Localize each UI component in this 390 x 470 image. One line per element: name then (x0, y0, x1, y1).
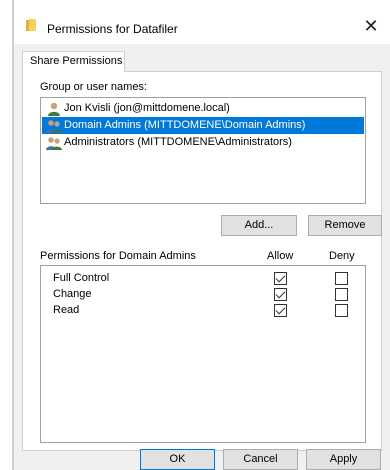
user-item-label: Domain Admins (MITTDOMENE\Domain Admins) (64, 119, 306, 131)
allow-read-checkbox[interactable] (274, 304, 287, 317)
ok-button[interactable]: OK (140, 449, 215, 470)
group-list-label: Group or user names: (40, 81, 147, 93)
permissions-label: Permissions for Domain Admins (40, 250, 196, 262)
user-icon (48, 102, 60, 116)
user-item-label: Administrators (MITTDOMENE\Administrator… (64, 136, 292, 148)
list-item-administrators[interactable]: Administrators (MITTDOMENE\Administrator… (42, 134, 364, 151)
folder-icon (26, 19, 36, 31)
apply-button[interactable]: Apply (306, 449, 381, 470)
tab-share-permissions[interactable]: Share Permissions (22, 51, 125, 72)
cancel-button[interactable]: Cancel (223, 449, 298, 470)
permissions-list: Full Control Change Read (40, 265, 366, 443)
permission-row-full-control: Full Control (41, 270, 365, 287)
group-icon (46, 119, 62, 133)
permission-name: Change (53, 288, 92, 300)
list-item-domain-admins[interactable]: Domain Admins (MITTDOMENE\Domain Admins) (42, 117, 364, 134)
allow-header: Allow (267, 250, 294, 262)
allow-change-checkbox[interactable] (274, 288, 287, 301)
add-button[interactable]: Add... (221, 215, 297, 236)
window-title: Permissions for Datafiler (47, 22, 178, 36)
deny-header: Deny (329, 250, 355, 262)
user-item-label: Jon Kvisli (jon@mittdomene.local) (64, 102, 230, 114)
permission-row-change: Change (41, 286, 365, 303)
permission-name: Full Control (53, 272, 110, 284)
deny-change-checkbox[interactable] (335, 288, 348, 301)
permission-name: Read (53, 304, 80, 316)
deny-read-checkbox[interactable] (335, 304, 348, 317)
allow-full-control-checkbox[interactable] (274, 272, 287, 285)
background-window-edge (0, 0, 13, 470)
list-item-user-jon[interactable]: Jon Kvisli (jon@mittdomene.local) (42, 100, 364, 117)
share-permissions-panel: Group or user names: Jon Kvisli (jon@mit… (22, 71, 382, 451)
title-bar[interactable]: Permissions for Datafiler ✕ (14, 0, 390, 44)
group-icon (46, 136, 62, 150)
deny-full-control-checkbox[interactable] (335, 272, 348, 285)
permission-row-read: Read (41, 302, 365, 319)
permissions-dialog: Permissions for Datafiler ✕ Share Permis… (13, 0, 390, 470)
group-user-list[interactable]: Jon Kvisli (jon@mittdomene.local) Domain… (40, 97, 366, 204)
close-button[interactable]: ✕ (357, 14, 385, 38)
remove-button[interactable]: Remove (308, 215, 382, 236)
